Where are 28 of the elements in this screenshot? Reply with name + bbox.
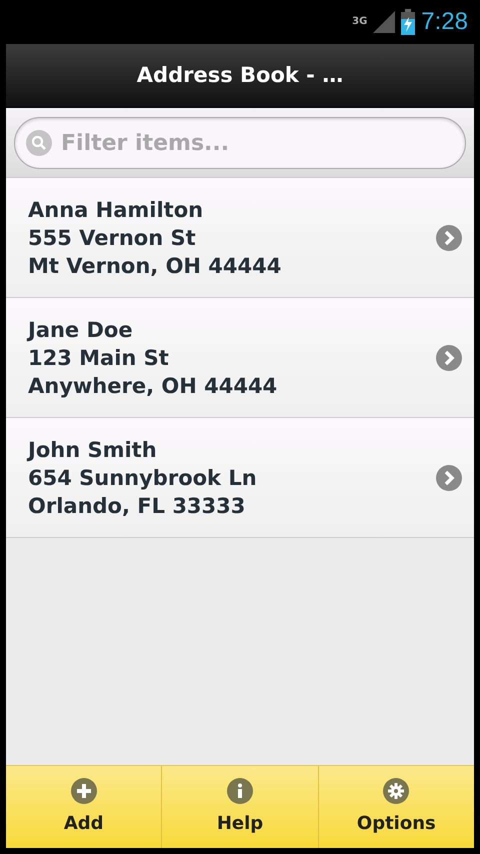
info-icon [226, 778, 253, 804]
search-field[interactable]: Filter items... [14, 117, 466, 169]
chevron-right-icon [436, 224, 462, 250]
contact-street: 654 Sunnybrook Ln [28, 464, 258, 492]
plus-icon [70, 778, 97, 804]
chevron-right-icon [436, 344, 462, 370]
contact-name: Jane Doe [28, 316, 134, 344]
network-type-label: 3G [352, 15, 368, 29]
contact-city: Mt Vernon, OH 44444 [28, 252, 282, 280]
page-title: Address Book - … [136, 62, 344, 89]
options-tab[interactable]: Options [318, 766, 474, 848]
contact-row[interactable]: John Smith 654 Sunnybrook Ln Orlando, FL 33333 [6, 418, 474, 538]
clock-time: 7:28 [421, 7, 468, 37]
contact-city: Anywhere, OH 44444 [28, 372, 278, 400]
signal-icon [373, 11, 396, 33]
contact-name: Anna Hamilton [28, 196, 204, 224]
contact-row[interactable]: Jane Doe 123 Main St Anywhere, OH 44444 [6, 298, 474, 418]
contact-street: 555 Vernon St [28, 224, 197, 252]
contact-name: John Smith [28, 436, 158, 464]
search-icon [26, 130, 52, 156]
chevron-right-icon [436, 464, 462, 490]
add-tab[interactable]: Add [6, 766, 162, 848]
help-tab[interactable]: Help [162, 766, 319, 848]
contact-city: Orlando, FL 33333 [28, 492, 246, 520]
contact-row[interactable]: Anna Hamilton 555 Vernon St Mt Vernon, OH 44444 [6, 178, 474, 298]
gear-icon [383, 778, 410, 804]
contact-street: 123 Main St [28, 344, 170, 372]
battery-charging-icon [401, 9, 416, 35]
